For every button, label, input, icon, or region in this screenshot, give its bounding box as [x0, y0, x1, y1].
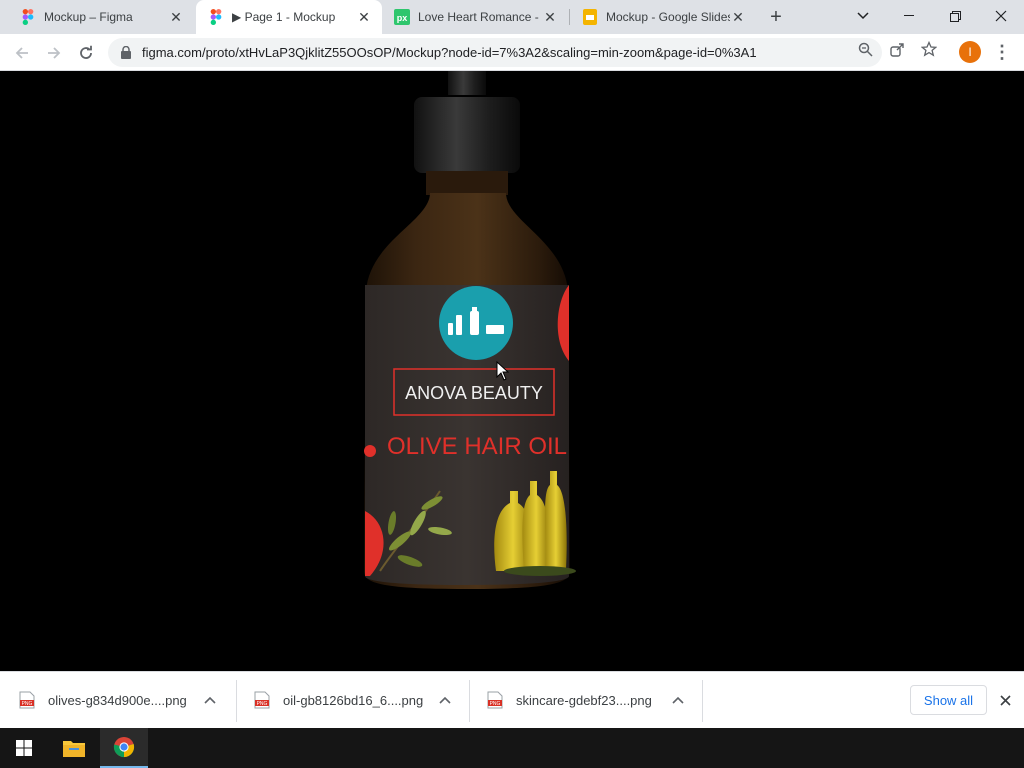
- download-filename: oil-gb8126bd16_6....png: [283, 692, 424, 708]
- download-item[interactable]: PNG olives-g834d900e....png: [0, 680, 218, 720]
- pixabay-icon: px: [394, 9, 410, 25]
- tab-title: Love Heart Romance -: [418, 10, 539, 24]
- windows-logo-icon: [16, 740, 32, 756]
- forward-button[interactable]: [40, 39, 68, 67]
- close-icon[interactable]: [996, 691, 1014, 709]
- google-slides-icon: [582, 9, 598, 25]
- svg-text:PNG: PNG: [22, 701, 33, 707]
- figma-icon: [20, 9, 36, 25]
- bottle-cap: [414, 97, 520, 173]
- lock-icon: [120, 46, 132, 60]
- download-shelf: PNG olives-g834d900e....png PNG oil-gb81…: [0, 671, 1024, 728]
- prototype-canvas[interactable]: ANOVA BEAUTY OLIVE HAIR OIL: [0, 71, 1024, 671]
- chevron-up-icon[interactable]: [202, 692, 218, 708]
- tab-title: Mockup - Google Slides: [606, 10, 730, 24]
- chrome-taskbar-button[interactable]: [100, 728, 148, 768]
- show-all-button[interactable]: Show all: [910, 685, 987, 715]
- svg-text:px: px: [397, 13, 408, 23]
- mouse-cursor-icon: [496, 361, 510, 381]
- share-icon[interactable]: [889, 41, 905, 57]
- reload-button[interactable]: [72, 39, 100, 67]
- folder-icon: [63, 741, 85, 757]
- figma-icon: [208, 9, 224, 25]
- profile-avatar[interactable]: I: [959, 41, 981, 63]
- tab-title: ▶ Page 1 - Mockup: [232, 10, 336, 24]
- tab-title: Mockup – Figma: [44, 10, 133, 24]
- brand-name: ANOVA BEAUTY: [405, 383, 543, 403]
- back-arrow-icon: [15, 47, 28, 59]
- download-separator: [702, 680, 703, 722]
- new-tab-button[interactable]: +: [764, 5, 788, 29]
- pump-nozzle: [448, 71, 486, 95]
- chevron-up-icon[interactable]: [437, 692, 453, 708]
- png-file-icon: PNG: [253, 690, 271, 710]
- menu-kebab-icon[interactable]: ⋮: [993, 40, 1011, 64]
- browser-toolbar: figma.com/proto/xtHvLaP3QjklitZ55OOsOP/M…: [0, 34, 1024, 71]
- close-window-button[interactable]: [978, 0, 1024, 32]
- reload-icon: [80, 45, 92, 59]
- tab-google-slides[interactable]: Mockup - Google Slides ✕: [570, 0, 756, 34]
- download-item[interactable]: PNG skincare-gdebf23....png: [468, 680, 686, 720]
- svg-text:PNG: PNG: [257, 701, 268, 707]
- tab-strip: Mockup – Figma ✕ ▶ Page 1 - Mockup ✕ px …: [0, 0, 1024, 34]
- close-icon[interactable]: ✕: [730, 9, 746, 25]
- forward-arrow-icon: [48, 47, 61, 59]
- windows-start-button[interactable]: [0, 728, 48, 768]
- restore-button[interactable]: [932, 0, 978, 32]
- file-explorer-button[interactable]: [50, 728, 98, 768]
- svg-text:PNG: PNG: [490, 701, 501, 707]
- download-item[interactable]: PNG oil-gb8126bd16_6....png: [235, 680, 453, 720]
- bookmark-star-icon[interactable]: [921, 41, 937, 57]
- tab-mockup-figma[interactable]: Mockup – Figma ✕: [8, 0, 194, 34]
- chrome-icon: [113, 737, 135, 758]
- back-button[interactable]: [8, 39, 36, 67]
- product-name: OLIVE HAIR OIL: [387, 433, 567, 460]
- address-bar[interactable]: figma.com/proto/xtHvLaP3QjklitZ55OOsOP/M…: [108, 38, 882, 67]
- tab-love-heart-romance[interactable]: px Love Heart Romance - ✕: [382, 0, 568, 34]
- url-text: figma.com/proto/xtHvLaP3QjklitZ55OOsOP/M…: [142, 45, 757, 60]
- minimize-button[interactable]: [886, 0, 932, 32]
- chevron-up-icon[interactable]: [670, 692, 686, 708]
- png-file-icon: PNG: [18, 690, 36, 710]
- png-file-icon: PNG: [486, 690, 504, 710]
- windows-taskbar: [0, 728, 1024, 768]
- download-filename: olives-g834d900e....png: [48, 692, 187, 708]
- tab-page1-mockup[interactable]: ▶ Page 1 - Mockup ✕: [196, 0, 382, 34]
- product-mockup-image: ANOVA BEAUTY OLIVE HAIR OIL: [364, 71, 576, 589]
- close-icon[interactable]: ✕: [356, 9, 372, 25]
- close-icon[interactable]: ✕: [542, 9, 558, 25]
- zoom-icon[interactable]: [857, 41, 873, 57]
- close-icon[interactable]: ✕: [168, 9, 184, 25]
- download-filename: skincare-gdebf23....png: [516, 692, 652, 708]
- tab-search-button[interactable]: [840, 0, 886, 32]
